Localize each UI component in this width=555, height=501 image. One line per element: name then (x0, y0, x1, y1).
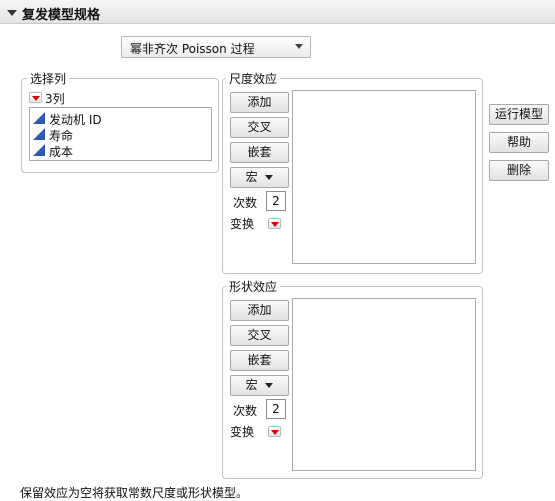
shape-cross-button[interactable]: 交叉 (230, 325, 289, 346)
list-item-column[interactable]: 发动机 ID (33, 110, 203, 127)
macro-label: 宏 (245, 378, 258, 392)
shape-degree-input[interactable]: 2 (266, 399, 286, 419)
remove-button[interactable]: 删除 (489, 160, 549, 181)
model-type-select[interactable]: 幂非齐次 Poisson 过程 (121, 36, 311, 58)
continuous-column-icon (33, 144, 45, 156)
macro-label: 宏 (245, 170, 258, 184)
list-item-column[interactable]: 成本 (33, 142, 203, 159)
scale-effects-list[interactable] (292, 90, 476, 264)
shape-degree-label: 次数 (233, 404, 258, 418)
collapse-disclosure-icon[interactable] (7, 10, 17, 16)
column-count: 3列 (45, 92, 65, 106)
shape-macro-button[interactable]: 宏 (230, 375, 289, 396)
chevron-down-icon (295, 44, 303, 49)
scale-degree-label: 次数 (233, 196, 258, 210)
scale-nest-button[interactable]: 嵌套 (230, 142, 289, 163)
scale-macro-button[interactable]: 宏 (230, 167, 289, 188)
shape-transform-label: 变换 (230, 425, 255, 439)
shape-transform-menu-icon[interactable] (268, 426, 281, 437)
help-button[interactable]: 帮助 (489, 132, 549, 153)
list-item-column[interactable]: 寿命 (33, 126, 203, 143)
model-type-value: 幂非齐次 Poisson 过程 (130, 42, 255, 56)
chevron-down-icon (265, 383, 274, 388)
scale-effects-label: 尺度效应 (226, 70, 281, 87)
continuous-column-icon (33, 112, 45, 124)
scale-transform-menu-icon[interactable] (268, 218, 281, 229)
column-options-menu-icon[interactable] (29, 92, 42, 103)
scale-transform-label: 变换 (230, 217, 255, 231)
shape-nest-button[interactable]: 嵌套 (230, 350, 289, 371)
shape-effects-list[interactable] (292, 298, 476, 471)
chevron-down-icon (265, 175, 274, 180)
scale-cross-button[interactable]: 交叉 (230, 117, 289, 138)
column-list[interactable]: 发动机 ID 寿命 成本 (29, 107, 212, 161)
shape-add-button[interactable]: 添加 (230, 300, 289, 321)
run-model-button[interactable]: 运行模型 (489, 104, 549, 125)
footer-note: 保留效应为空将获取常数尺度或形状模型。 (20, 486, 249, 500)
page-title: 复发模型规格 (22, 8, 101, 23)
continuous-column-icon (33, 128, 45, 140)
column-name: 成本 (49, 145, 74, 159)
shape-effects-label: 形状效应 (226, 278, 281, 295)
select-columns-label: 选择列 (27, 70, 70, 87)
scale-add-button[interactable]: 添加 (230, 92, 289, 113)
scale-degree-input[interactable]: 2 (266, 191, 286, 211)
